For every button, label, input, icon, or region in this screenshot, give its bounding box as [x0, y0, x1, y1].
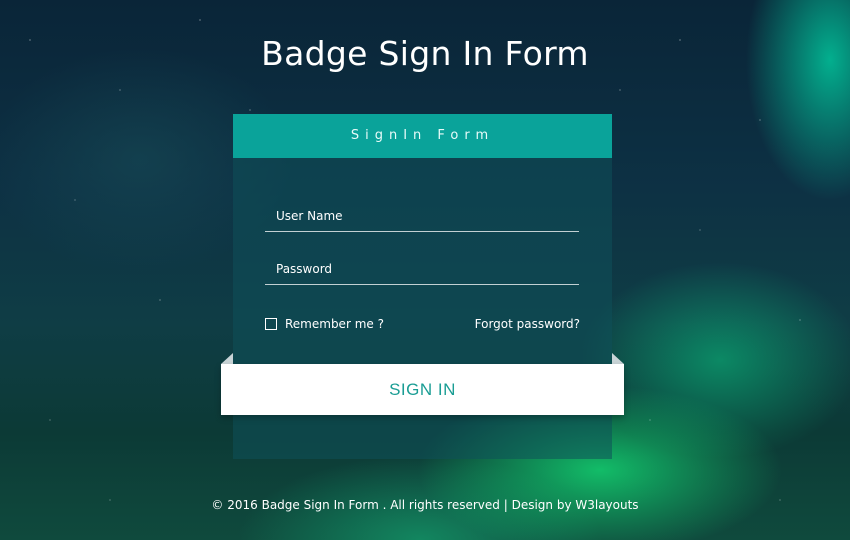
form-header: SignIn Form — [233, 114, 612, 158]
remember-me-label: Remember me ? — [285, 317, 384, 331]
button-fold-right — [612, 353, 624, 364]
footer-designer-link[interactable]: W3layouts — [575, 498, 638, 512]
username-input[interactable] — [265, 201, 579, 231]
checkbox-empty-icon[interactable] — [265, 318, 277, 330]
sign-in-button[interactable]: SIGN IN — [221, 364, 624, 415]
footer-copyright-text: © 2016 Badge Sign In Form . All rights r… — [211, 498, 576, 512]
remember-me-checkbox[interactable]: Remember me ? — [265, 317, 384, 331]
password-field-wrapper — [265, 254, 579, 285]
page-title: Badge Sign In Form — [261, 34, 589, 73]
forgot-password-link[interactable]: Forgot password? — [475, 317, 580, 331]
button-fold-left — [221, 353, 233, 364]
password-input[interactable] — [265, 254, 579, 284]
username-field-wrapper — [265, 201, 579, 232]
footer: © 2016 Badge Sign In Form . All rights r… — [0, 498, 850, 512]
